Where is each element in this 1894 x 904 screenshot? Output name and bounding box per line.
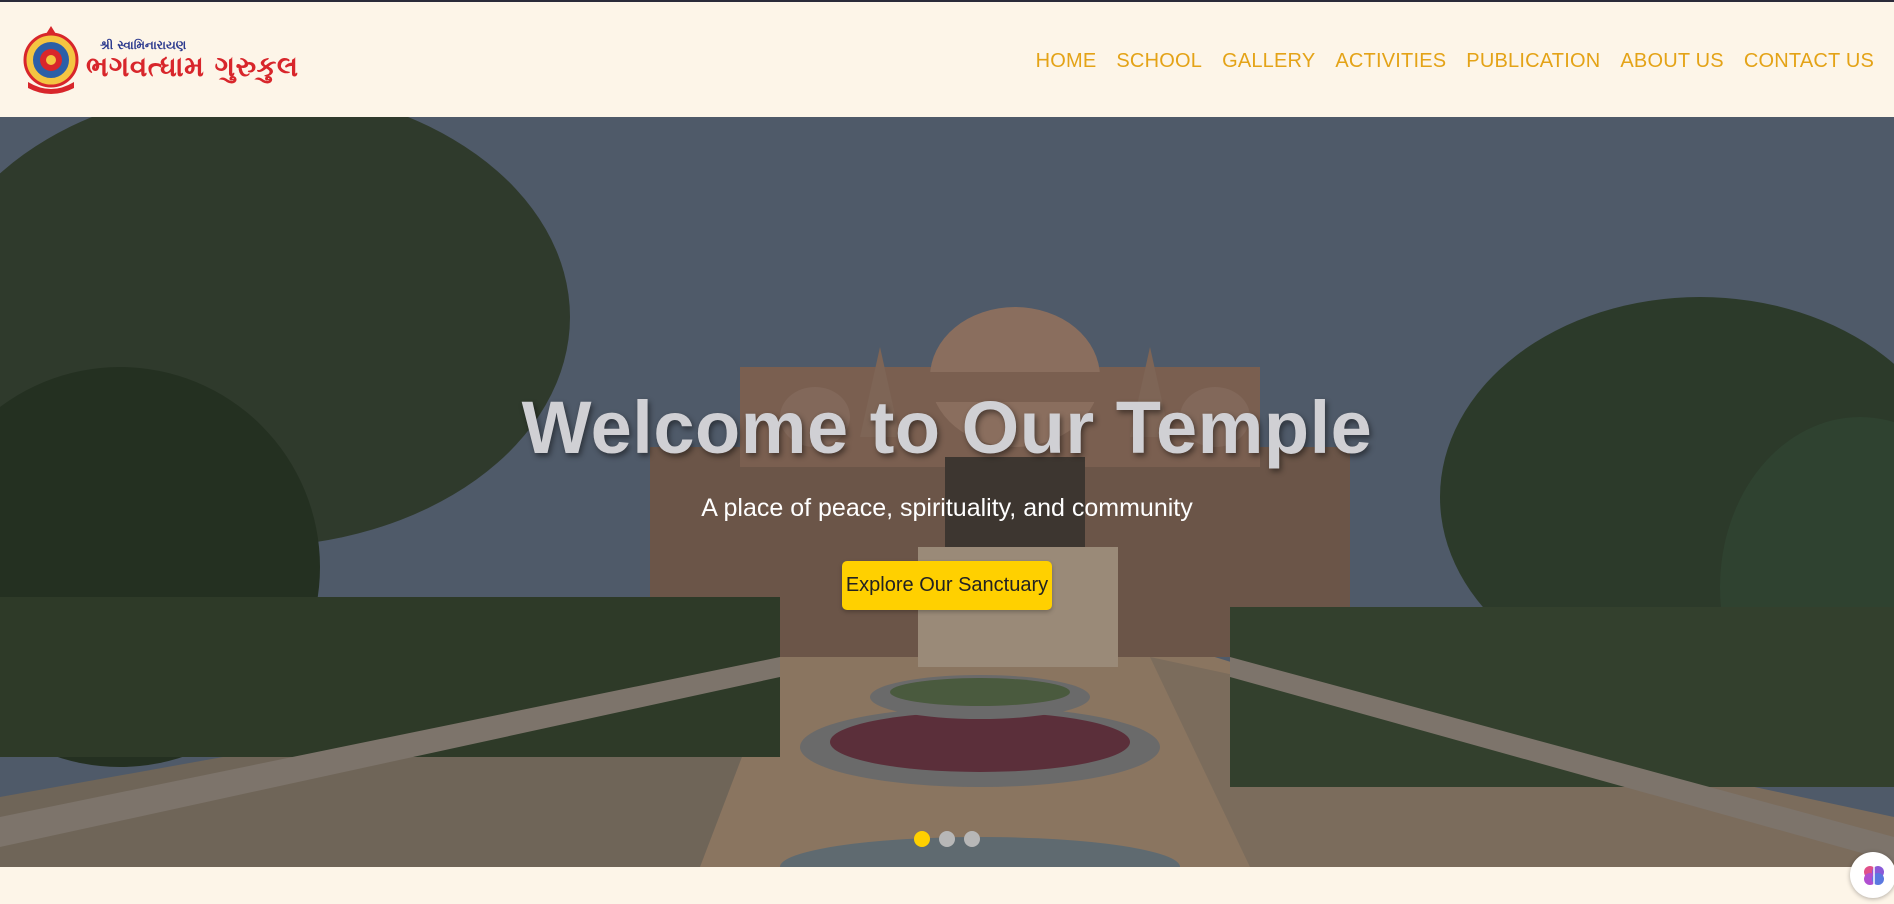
carousel-dot-1[interactable] bbox=[914, 831, 930, 847]
temple-emblem-icon bbox=[23, 25, 79, 94]
carousel-dot-3[interactable] bbox=[964, 831, 980, 847]
brand-tagline: શ્રી સ્વામિનારાયણ bbox=[100, 37, 187, 52]
page-content-start bbox=[0, 867, 1894, 904]
nav-activities[interactable]: ACTIVITIES bbox=[1335, 50, 1446, 73]
nav-gallery[interactable]: GALLERY bbox=[1222, 50, 1315, 73]
nav-about-us[interactable]: ABOUT US bbox=[1620, 50, 1723, 73]
floating-assistant-button[interactable] bbox=[1850, 852, 1894, 898]
carousel-indicators bbox=[0, 831, 1894, 847]
carousel-dot-2[interactable] bbox=[939, 831, 955, 847]
site-header: શ્રી સ્વામિનારાયણ ભગવત્ધામ ગુરુકુલ HOME … bbox=[0, 2, 1894, 117]
main-nav: HOME SCHOOL GALLERY ACTIVITIES PUBLICATI… bbox=[1036, 50, 1874, 73]
nav-contact-us[interactable]: CONTACT US bbox=[1744, 50, 1874, 73]
nav-school[interactable]: SCHOOL bbox=[1116, 50, 1202, 73]
brand-name: ભગવત્ધામ ગુરુકુલ bbox=[86, 49, 299, 83]
nav-home[interactable]: HOME bbox=[1036, 50, 1097, 73]
brain-icon bbox=[1864, 866, 1884, 885]
brand-logo-link[interactable]: શ્રી સ્વામિનારાયણ ભગવત્ધામ ગુરુકુલ bbox=[20, 20, 299, 100]
hero-subtitle: A place of peace, spirituality, and comm… bbox=[701, 494, 1193, 522]
nav-publication[interactable]: PUBLICATION bbox=[1466, 50, 1600, 73]
explore-sanctuary-button[interactable]: Explore Our Sanctuary bbox=[842, 561, 1052, 610]
hero-carousel: Welcome to Our Temple A place of peace, … bbox=[0, 117, 1894, 867]
hero-title: Welcome to Our Temple bbox=[521, 386, 1373, 469]
